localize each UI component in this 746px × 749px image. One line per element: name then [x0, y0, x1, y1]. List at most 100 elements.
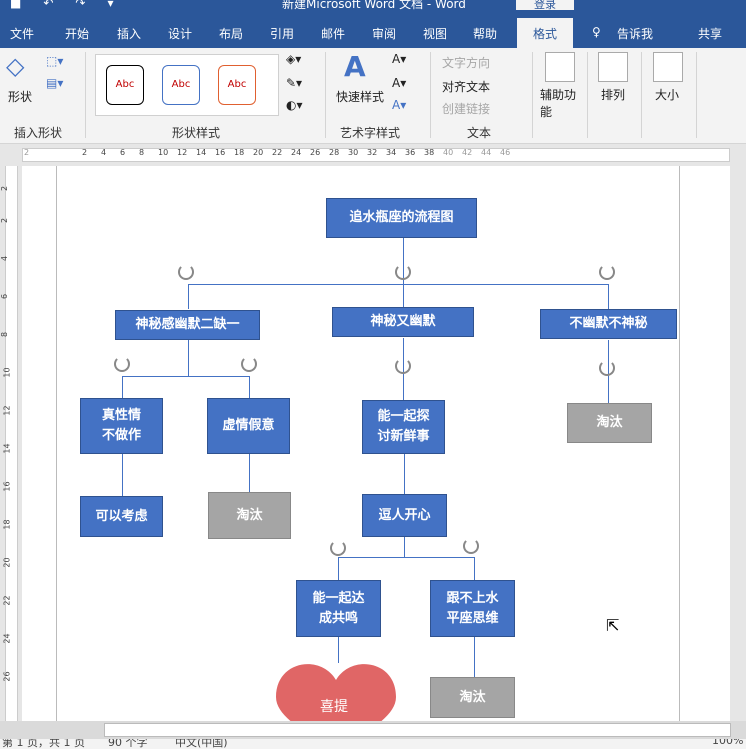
node-consider[interactable]: 可以考虑 [80, 496, 163, 537]
quick-styles-icon[interactable]: A [344, 50, 366, 83]
node-eliminate[interactable]: 淘汰 [208, 492, 291, 539]
rotate-handle-icon[interactable] [241, 356, 257, 372]
rotate-handle-icon[interactable] [395, 358, 411, 374]
ruler-tick-label: 28 [329, 148, 340, 157]
rotate-handle-icon[interactable] [599, 360, 615, 376]
vertical-scrollbar[interactable] [730, 166, 746, 721]
word-count[interactable]: 90 个字 [108, 739, 148, 749]
size-button[interactable]: 大小 [655, 86, 679, 103]
tell-me-input[interactable]: 告诉我 [617, 25, 653, 42]
shape-styles-gallery[interactable]: Abc Abc Abc [95, 54, 279, 116]
arrange-icon[interactable] [598, 52, 628, 82]
node-neither[interactable]: 不幽默不神秘 [540, 309, 677, 339]
text-outline-icon[interactable]: A▾ [392, 76, 406, 90]
text-group-label: 文本 [467, 126, 492, 140]
arrange-button[interactable]: 排列 [601, 86, 625, 103]
language[interactable]: 中文(中国) [175, 739, 228, 749]
rotate-handle-icon[interactable] [330, 540, 346, 556]
align-text-button[interactable]: 对齐文本 [442, 78, 490, 95]
ribbon-tabs: 文件 开始 插入 设计 布局 引用 邮件 审阅 视图 帮助 格式 ♀ 告诉我 共… [0, 18, 746, 48]
rotate-handle-icon[interactable] [178, 264, 194, 280]
node-cannot-keep-up[interactable]: 跟不上水 平座思维 [430, 580, 515, 637]
quick-access-toolbar: ■ ↶ ↷ ▾ [10, 0, 114, 10]
undo-icon[interactable]: ↶ [43, 0, 53, 10]
vertical-ruler[interactable]: 2 2 4 6 8 10 12 14 16 18 20 22 24 26 [0, 166, 22, 721]
flowchart-title-node[interactable]: 追水瓶座的流程图 [326, 198, 477, 238]
shape-outline-icon[interactable]: ✎▾ [286, 76, 302, 90]
ruler-tick-label: 46 [500, 148, 511, 157]
save-icon[interactable]: ■ [10, 0, 21, 10]
quick-styles-button[interactable]: 快速样式 [336, 88, 384, 105]
tab-format[interactable]: 格式 [517, 18, 573, 48]
login-button[interactable]: 登录 [516, 0, 574, 11]
node-explore-together[interactable]: 能一起探 讨新鲜事 [362, 400, 445, 454]
rotate-handle-icon[interactable] [114, 356, 130, 372]
ruler-tick-label: 20 [253, 148, 264, 157]
document-page[interactable]: 追水瓶座的流程图 神秘感幽默二缺一 神秘又幽默 不幽默不神秘 真性情 不做作 虚… [22, 166, 730, 721]
accessibility-icon[interactable] [545, 52, 575, 82]
tab-view[interactable]: 视图 [423, 25, 447, 42]
horizontal-ruler[interactable]: 2 2 4 6 8 10 12 14 16 18 20 22 24 26 28 30 32 34 36 38 40 42 4… [0, 144, 746, 166]
tab-insert[interactable]: 插入 [117, 25, 141, 42]
text-direction-button[interactable]: 文字方向 [442, 54, 490, 71]
shapes-button[interactable]: 形状 [8, 88, 32, 105]
accessibility-button[interactable]: 辅助功能 [540, 86, 580, 120]
text-fill-icon[interactable]: A▾ [392, 52, 406, 66]
ruler-tick-label: 40 [443, 148, 454, 157]
shape-styles-label: 形状样式 [172, 126, 221, 140]
share-button[interactable]: 共享 [698, 25, 722, 42]
node-mysterious-or-funny[interactable]: 神秘感幽默二缺一 [115, 310, 260, 340]
edit-shape-icon[interactable]: ⬚▾ [46, 54, 63, 68]
ruler-tick-label: 2 [0, 185, 10, 192]
shape-effects-icon[interactable]: ◐▾ [286, 98, 303, 112]
ruler-tick-label: 24 [2, 633, 12, 644]
rotate-handle-icon[interactable] [599, 264, 615, 280]
tab-design[interactable]: 设计 [168, 25, 192, 42]
tab-references[interactable]: 引用 [270, 25, 294, 42]
shape-fill-icon[interactable]: ◈▾ [286, 52, 301, 66]
node-eliminate[interactable]: 淘汰 [430, 677, 515, 718]
shapes-icon[interactable]: ◇ [6, 52, 24, 80]
ruler-tick-label: 2 [24, 148, 30, 157]
tab-mailings[interactable]: 邮件 [321, 25, 345, 42]
ribbon: ◇ 形状 ⬚▾ ▤▾ 插入形状 Abc Abc Abc ◈▾ ✎▾ ◐▾ 形状样… [0, 48, 746, 144]
tab-help[interactable]: 帮助 [473, 25, 497, 42]
node-mysterious-and-funny[interactable]: 神秘又幽默 [332, 307, 474, 337]
node-eliminate[interactable]: 淘汰 [567, 403, 652, 443]
node-make-happy[interactable]: 逗人开心 [362, 494, 447, 537]
node-genuine[interactable]: 真性情 不做作 [80, 398, 163, 454]
ruler-tick-label: 36 [405, 148, 416, 157]
ruler-tick-label: 18 [2, 519, 12, 530]
ruler-tick-label: 12 [2, 405, 12, 416]
style-sample[interactable]: Abc [106, 65, 144, 105]
text-box-icon[interactable]: ▤▾ [46, 76, 63, 90]
size-icon[interactable] [653, 52, 683, 82]
style-sample[interactable]: Abc [162, 65, 200, 105]
ruler-tick-label: 8 [139, 148, 145, 157]
node-resonate[interactable]: 能一起达 成共鸣 [296, 580, 381, 637]
ruler-tick-label: 8 [0, 331, 10, 338]
horizontal-scrollbar[interactable] [0, 721, 746, 739]
ruler-tick-label: 14 [196, 148, 207, 157]
tab-layout[interactable]: 布局 [219, 25, 243, 42]
style-sample[interactable]: Abc [218, 65, 256, 105]
scroll-thumb[interactable] [104, 723, 731, 737]
create-link-button[interactable]: 创建链接 [442, 100, 490, 117]
ruler-tick-label: 2 [82, 148, 88, 157]
mouse-cursor-icon: ⇱ [606, 616, 620, 635]
text-effects-icon[interactable]: A▾ [392, 98, 406, 112]
tab-file[interactable]: 文件 [10, 25, 34, 42]
tab-review[interactable]: 审阅 [372, 25, 396, 42]
rotate-handle-icon[interactable] [395, 264, 411, 280]
rotate-handle-icon[interactable] [463, 538, 479, 554]
ruler-tick-label: 38 [424, 148, 435, 157]
redo-icon[interactable]: ↷ [75, 0, 85, 10]
tab-home[interactable]: 开始 [65, 25, 89, 42]
customize-icon[interactable]: ▾ [107, 0, 113, 10]
page-count[interactable]: 第 1 页，共 1 页 [2, 739, 85, 749]
lightbulb-icon: ♀ [592, 25, 601, 39]
ruler-tick-label: 24 [291, 148, 302, 157]
zoom-level[interactable]: 100% [712, 739, 743, 747]
ruler-tick-label: 4 [0, 255, 10, 262]
node-fake[interactable]: 虚情假意 [207, 398, 290, 454]
